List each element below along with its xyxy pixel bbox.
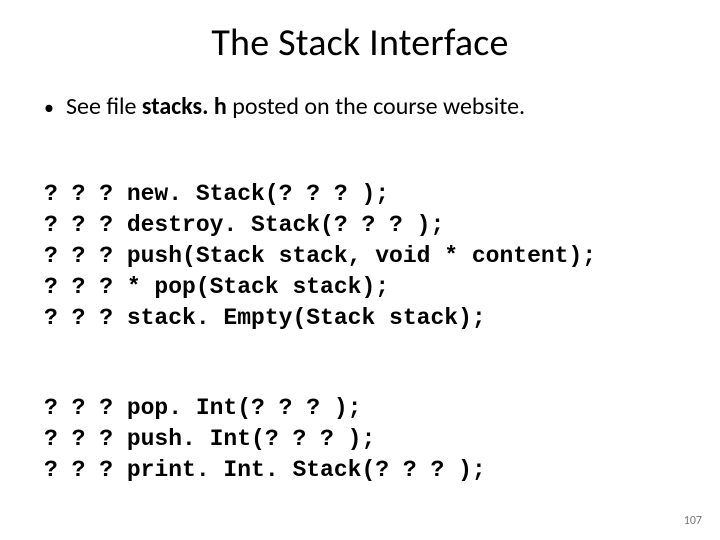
code-line: ? ? ? push. Int(? ? ? );	[44, 426, 375, 452]
block-gap	[40, 334, 680, 362]
code-block-2: ? ? ? pop. Int(? ? ? ); ? ? ? push. Int(…	[44, 362, 680, 486]
slide-title: The Stack Interface	[40, 20, 680, 66]
code-line: ? ? ? * pop(Stack stack);	[44, 274, 389, 300]
code-block-1: ? ? ? new. Stack(? ? ? ); ? ? ? destroy.…	[44, 148, 680, 334]
bullet-dot: •	[44, 98, 66, 118]
slide: The Stack Interface • See file stacks. h…	[0, 0, 720, 540]
bullet-bold: stacks. h	[142, 92, 227, 121]
code-line: ? ? ? new. Stack(? ? ? );	[44, 181, 389, 207]
code-line: ? ? ? pop. Int(? ? ? );	[44, 395, 361, 421]
code-line: ? ? ? stack. Empty(Stack stack);	[44, 305, 486, 331]
code-line: ? ? ? destroy. Stack(? ? ? );	[44, 212, 444, 238]
bullet-prefix: See file	[66, 92, 142, 121]
bullet-text: See file stacks. h posted on the course …	[66, 92, 525, 122]
code-line: ? ? ? print. Int. Stack(? ? ? );	[44, 457, 486, 483]
bullet-suffix: posted on the course website.	[227, 92, 525, 121]
code-line: ? ? ? push(Stack stack, void * content);	[44, 243, 596, 269]
bullet-line: • See file stacks. h posted on the cours…	[44, 92, 680, 122]
page-number: 107	[684, 514, 702, 528]
